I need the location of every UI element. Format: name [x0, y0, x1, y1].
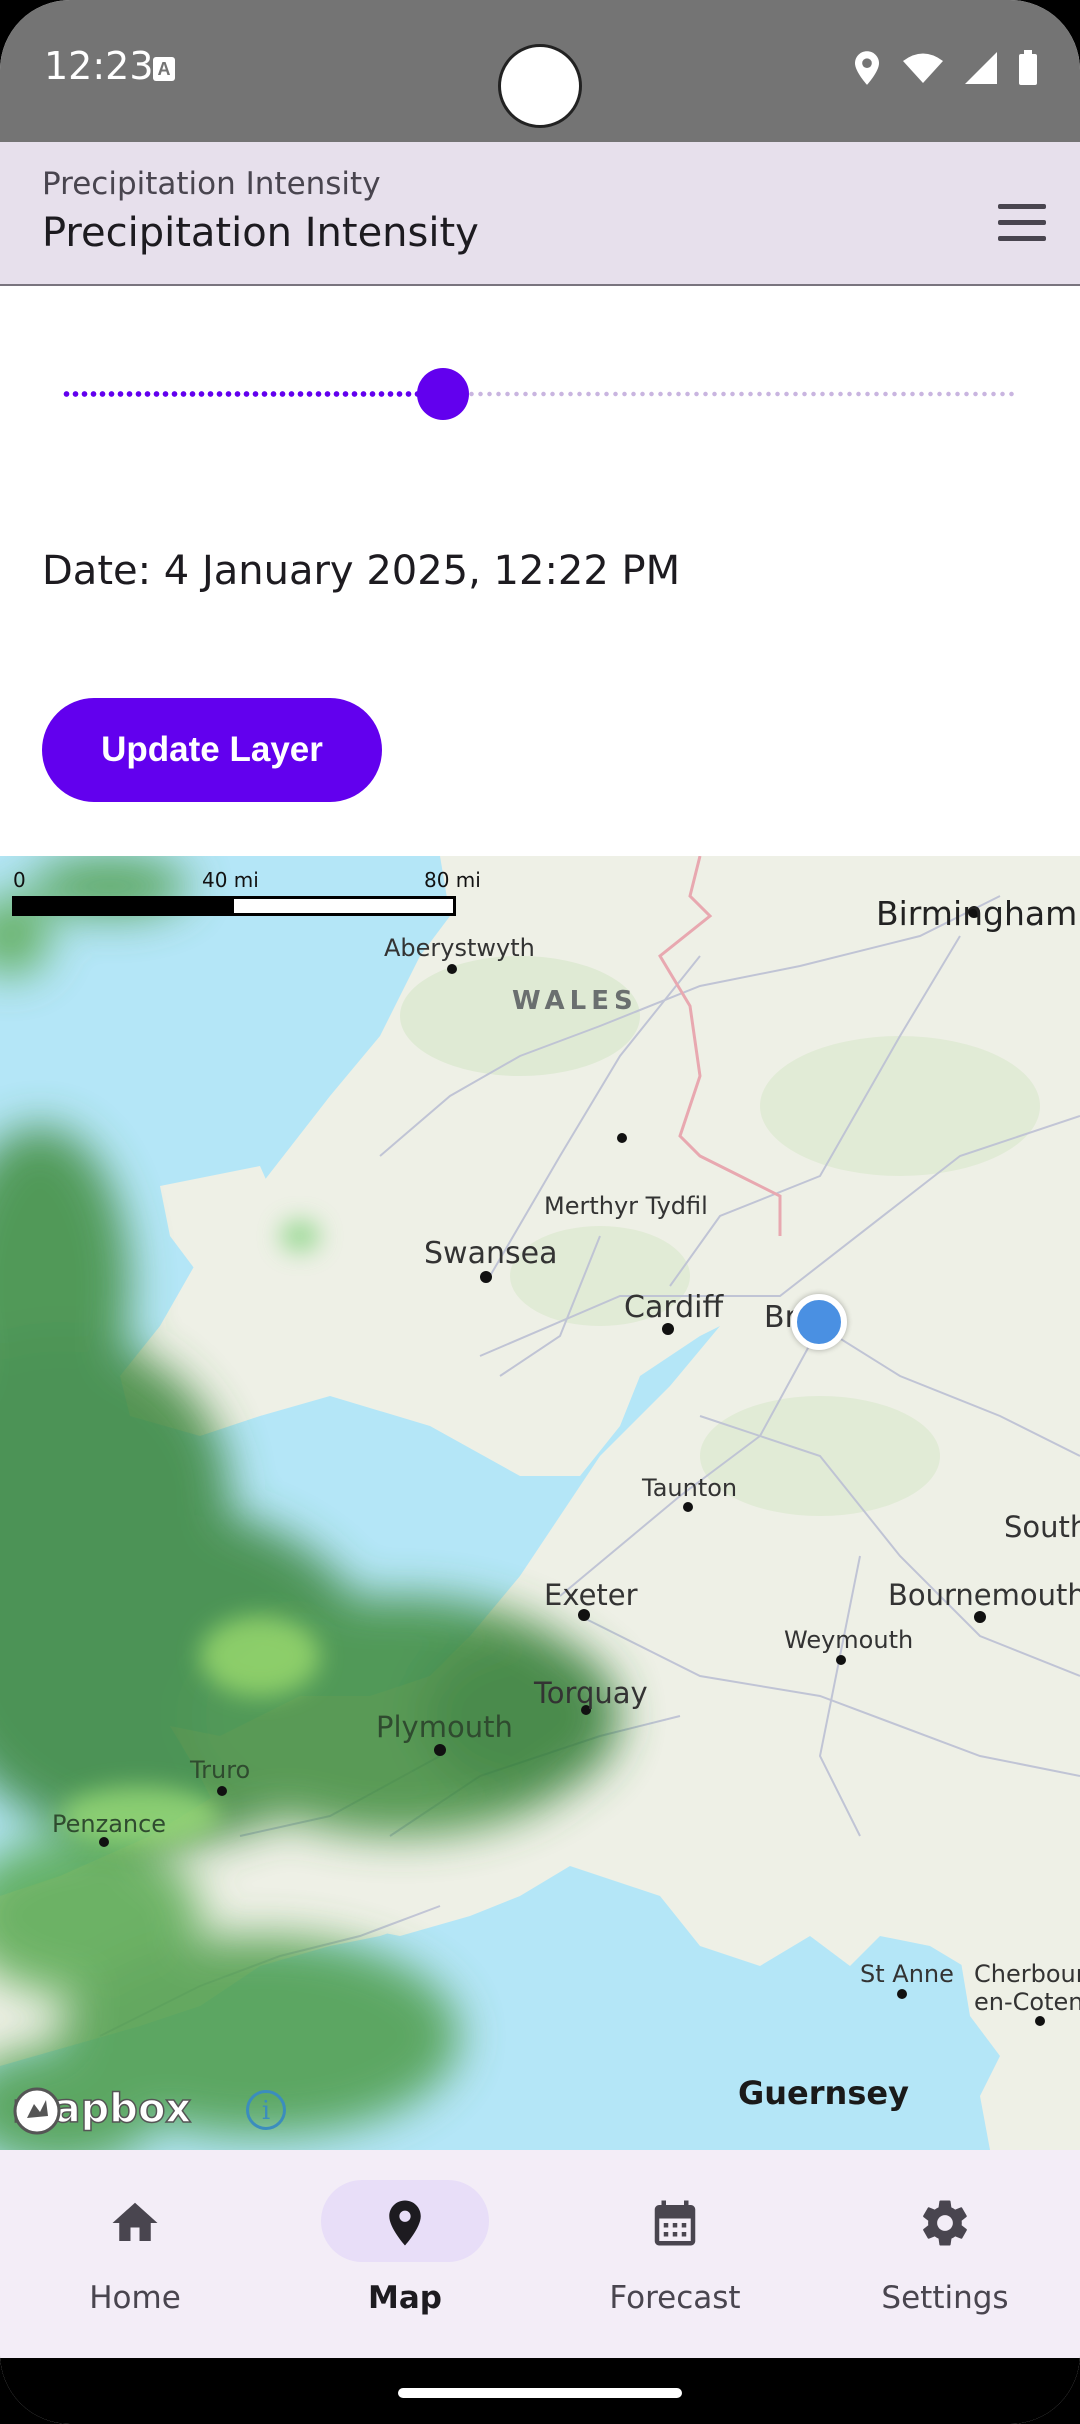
scale-bar [12, 896, 456, 916]
calendar-icon [654, 2200, 696, 2246]
map-label: Penzance [52, 1810, 167, 1838]
page-title: Precipitation Intensity [42, 210, 479, 256]
phone-screen: 12:23 A Precipitation Intensity Precipit… [0, 0, 1080, 2424]
gesture-handle[interactable] [398, 2388, 682, 2398]
battery-icon [1019, 50, 1037, 85]
nav-item-forecast[interactable]: Forecast [540, 2150, 810, 2358]
bottom-navigation: Home Map Forecast Settings [0, 2150, 1080, 2358]
wifi-icon [903, 53, 943, 83]
a-icon: A [153, 57, 175, 81]
current-location-dot [791, 1294, 847, 1350]
nav-item-map[interactable]: Map [270, 2150, 540, 2358]
status-icons [852, 50, 1038, 86]
nav-label-map: Map [368, 2280, 442, 2316]
map-label: WALES [512, 986, 638, 1016]
scale-label-max: 80 mi [424, 868, 481, 892]
nav-label-settings: Settings [881, 2280, 1009, 2316]
map-label: Aberystwyth [384, 934, 535, 962]
map-label: Plymouth [376, 1710, 513, 1744]
signal-icon [965, 52, 997, 84]
mapbox-icon [13, 2087, 61, 2135]
app-bar-subtitle: Precipitation Intensity [42, 166, 381, 202]
camera-cutout [498, 44, 582, 128]
update-layer-button[interactable]: Update Layer [42, 698, 382, 802]
map-label: Cherbour [974, 1960, 1080, 1988]
map-label: Guernsey [738, 2074, 909, 2112]
map-view[interactable]: 0 40 mi 80 mi Birmingham Aberystwyth WAL… [0, 856, 1080, 2150]
status-time: 12:23 [44, 44, 154, 88]
map-label: Exeter [544, 1578, 638, 1612]
mapbox-logo: mapbox [11, 2085, 192, 2135]
nav-item-settings[interactable]: Settings [810, 2150, 1080, 2358]
menu-icon[interactable] [988, 190, 1052, 254]
scale-label-mid: 40 mi [202, 868, 259, 892]
map-label: Bournemouth [888, 1578, 1080, 1612]
map-label: Taunton [642, 1474, 738, 1502]
map-label: Torquay [534, 1676, 648, 1710]
map-label: Birmingham [876, 894, 1078, 933]
date-text: Date: 4 January 2025, 12:22 PM [42, 548, 681, 594]
map-label: Cardiff [624, 1290, 724, 1325]
map-label: en-Coten [974, 1988, 1080, 2016]
time-slider[interactable] [62, 364, 1014, 424]
scale-label-zero: 0 [13, 868, 26, 892]
gear-icon [923, 2200, 967, 2246]
map-label: Truro [190, 1756, 251, 1784]
map-label: Merthyr Tydfil [544, 1192, 708, 1220]
nav-label-forecast: Forecast [609, 2280, 741, 2316]
info-icon[interactable]: i [246, 2090, 286, 2130]
map-label: Weymouth [784, 1626, 914, 1654]
location-icon [855, 51, 879, 85]
status-bar: 12:23 A [0, 0, 1080, 142]
slider-thumb[interactable] [416, 368, 469, 420]
slider-track-active [62, 390, 443, 398]
map-label: St Anne [860, 1960, 954, 1988]
map-canvas [0, 856, 1080, 2150]
gesture-bar [0, 2358, 1080, 2424]
location-pin-icon [389, 2200, 421, 2246]
nav-item-home[interactable]: Home [0, 2150, 270, 2358]
map-label: Swansea [424, 1236, 558, 1271]
map-label: South [1004, 1510, 1080, 1544]
nav-label-home: Home [89, 2280, 181, 2316]
top-app-bar: Precipitation Intensity Precipitation In… [0, 142, 1080, 286]
home-icon [112, 2202, 158, 2241]
